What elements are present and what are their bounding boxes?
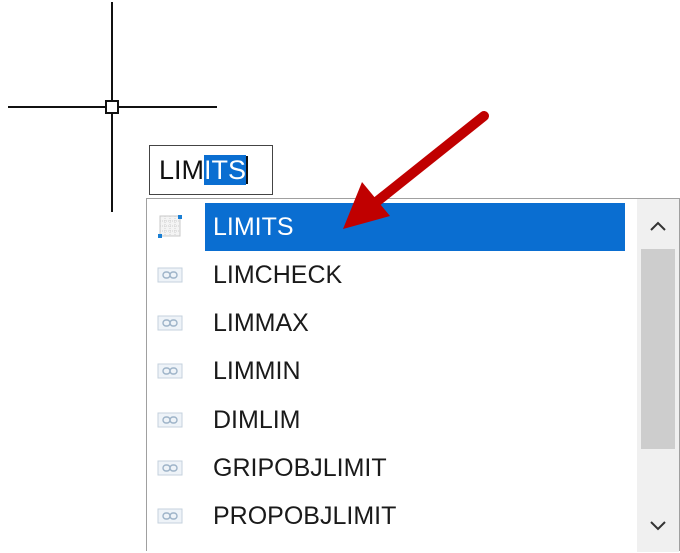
- autocomplete-item-label: PROPOBJLIMIT: [213, 502, 397, 530]
- vertical-scrollbar[interactable]: [637, 199, 679, 552]
- text-caret: [246, 156, 249, 184]
- autocomplete-item-limmax[interactable]: LIMMAX: [147, 299, 637, 347]
- scroll-down-button[interactable]: [637, 502, 679, 548]
- autocomplete-item-label: GRIPOBJLIMIT: [213, 454, 387, 482]
- chevron-up-icon: [650, 221, 666, 231]
- scrollbar-thumb[interactable]: [641, 249, 675, 449]
- autocomplete-dropdown: LIMITS LIMCHECK LIMMAX LIMMIN DIMLIM GRI…: [146, 198, 680, 552]
- autocomplete-item-gripobjlimit[interactable]: GRIPOBJLIMIT: [147, 444, 637, 492]
- command-autocomplete-text: ITS: [204, 155, 247, 185]
- autocomplete-item-limcheck[interactable]: LIMCHECK: [147, 251, 637, 299]
- system-variable-icon: [157, 315, 183, 331]
- grid-limits-icon: [158, 215, 182, 238]
- system-variable-icon: [157, 460, 183, 476]
- autocomplete-item-limmin[interactable]: LIMMIN: [147, 347, 637, 395]
- system-variable-icon: [157, 508, 183, 524]
- system-variable-icon: [157, 412, 183, 428]
- autocomplete-item-label: DIMLIM: [213, 406, 301, 434]
- autocomplete-item-label: LIMCHECK: [213, 261, 343, 289]
- chevron-down-icon: [650, 521, 666, 531]
- autocomplete-item-label: LIMMAX: [213, 309, 309, 337]
- system-variable-icon: [157, 363, 183, 379]
- autocomplete-item-label: LIMITS: [205, 203, 625, 251]
- command-input[interactable]: LIMITS: [149, 145, 273, 195]
- command-typed-text: LIM: [159, 155, 205, 185]
- autocomplete-item-propobjlimit[interactable]: PROPOBJLIMIT: [147, 492, 637, 540]
- autocomplete-item-label: LIMMIN: [213, 357, 301, 385]
- autocomplete-item-dimlim[interactable]: DIMLIM: [147, 396, 637, 444]
- system-variable-icon: [157, 267, 183, 283]
- autocomplete-item-limits[interactable]: LIMITS: [147, 203, 637, 251]
- scroll-up-button[interactable]: [637, 201, 679, 247]
